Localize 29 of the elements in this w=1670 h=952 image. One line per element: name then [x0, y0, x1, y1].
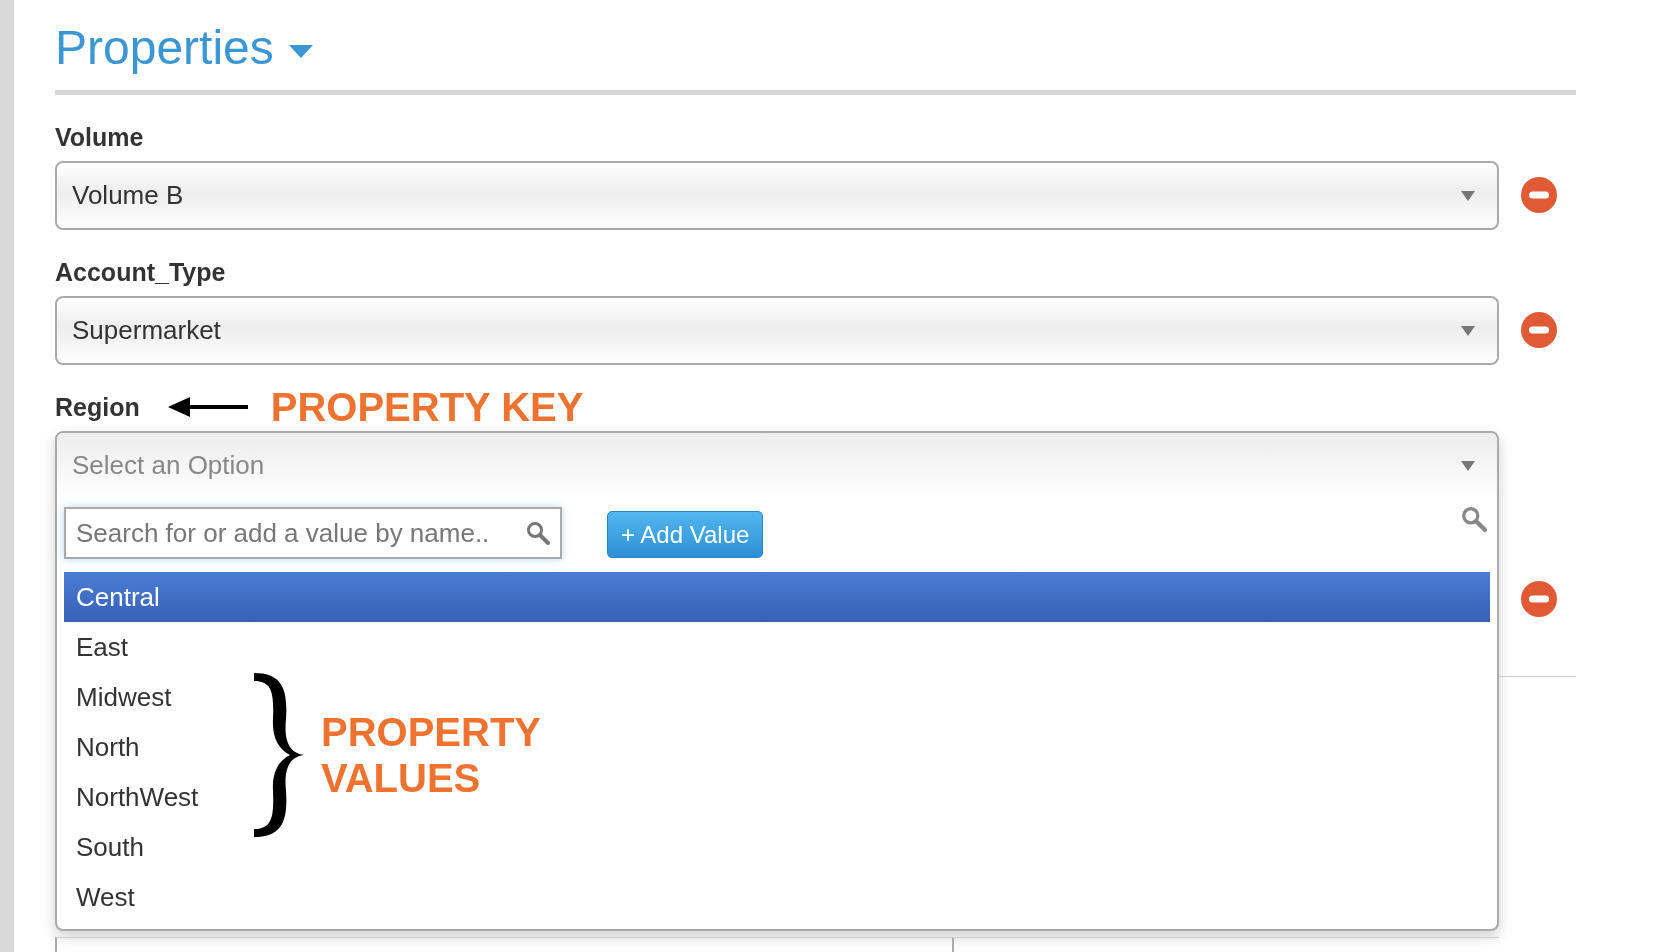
caret-icon[interactable]	[287, 43, 314, 59]
select-value: Supermarket	[72, 315, 222, 346]
option-item[interactable]: South	[64, 822, 150, 872]
arrow-icon	[167, 396, 248, 418]
search-field[interactable]: Search for or add a value by name..	[64, 507, 562, 559]
dropdown-arrow-icon[interactable]	[1461, 325, 1475, 336]
option-item[interactable]: NorthWest	[64, 772, 205, 822]
select-dropdown[interactable]: Supermarket	[55, 296, 1499, 365]
remove-icon[interactable]	[1521, 581, 1557, 617]
annotation-label: PROPERTY KEY	[270, 384, 584, 430]
field-label: Account_Type	[55, 257, 226, 287]
remove-icon[interactable]	[1521, 312, 1557, 348]
option-item[interactable]: North	[64, 722, 146, 772]
dropdown-arrow-icon[interactable]	[1461, 190, 1475, 201]
select-dropdown[interactable]: Select an Option Search for or add a value by name.. + Add Value Central East Midwest North NorthWest South West PROPERTY VALUES	[55, 431, 1499, 931]
annotation-label: PROPERTY VALUES	[321, 709, 541, 801]
search-icon	[526, 521, 550, 545]
option-item[interactable]: Midwest	[64, 672, 178, 722]
option-item[interactable]: Central	[64, 572, 1490, 622]
option-item[interactable]: East	[64, 622, 135, 672]
field-label: Region	[55, 392, 140, 422]
remove-icon[interactable]	[1521, 177, 1557, 213]
select-value: Volume B	[72, 180, 185, 211]
option-item[interactable]: West	[64, 872, 141, 922]
field-label: Volume	[55, 122, 144, 152]
dropdown-arrow-icon[interactable]	[1461, 460, 1475, 471]
select-placeholder: Select an Option	[72, 450, 266, 481]
search-icon[interactable]	[1461, 506, 1487, 532]
select-dropdown[interactable]: Volume B	[55, 161, 1499, 230]
